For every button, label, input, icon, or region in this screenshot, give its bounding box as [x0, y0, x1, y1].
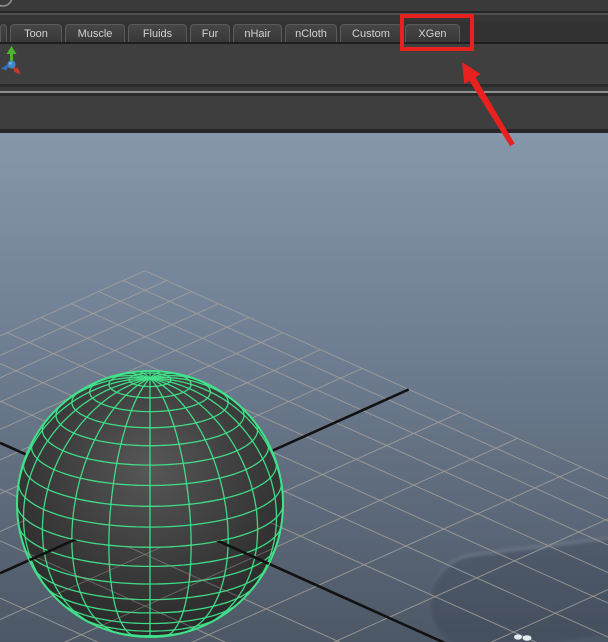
- shelf-tab-bar: ToonMuscleFluidsFurnHairnClothCustomXGen: [0, 22, 608, 42]
- tab-ncloth[interactable]: nCloth: [285, 24, 337, 42]
- toolbar-area: ToonMuscleFluidsFurnHairnClothCustomXGen: [0, 0, 608, 133]
- tab-nhair[interactable]: nHair: [233, 24, 282, 42]
- tab-partial-left[interactable]: [0, 24, 7, 42]
- shelf-row: [0, 44, 608, 84]
- tab-muscle[interactable]: Muscle: [65, 24, 125, 42]
- tab-xgen[interactable]: XGen: [405, 24, 460, 42]
- move-tool-gizmo-icon[interactable]: [1, 45, 25, 77]
- chrome-strip: [0, 0, 608, 11]
- viewport-top-border: [0, 129, 608, 133]
- white-speck: [514, 634, 522, 639]
- corner-logo-fragment-icon: [0, 0, 16, 11]
- maya-window: ToonMuscleFluidsFurnHairnClothCustomXGen: [0, 0, 608, 642]
- tab-custom[interactable]: Custom: [340, 24, 402, 42]
- tab-toon[interactable]: Toon: [10, 24, 62, 42]
- tab-fur[interactable]: Fur: [190, 24, 230, 42]
- white-speck: [523, 635, 532, 641]
- tab-fluids[interactable]: Fluids: [128, 24, 187, 42]
- panel-toolbar-row: [0, 96, 608, 129]
- sphere-wireframe[interactable]: [17, 371, 283, 637]
- chrome-strip: [0, 15, 608, 22]
